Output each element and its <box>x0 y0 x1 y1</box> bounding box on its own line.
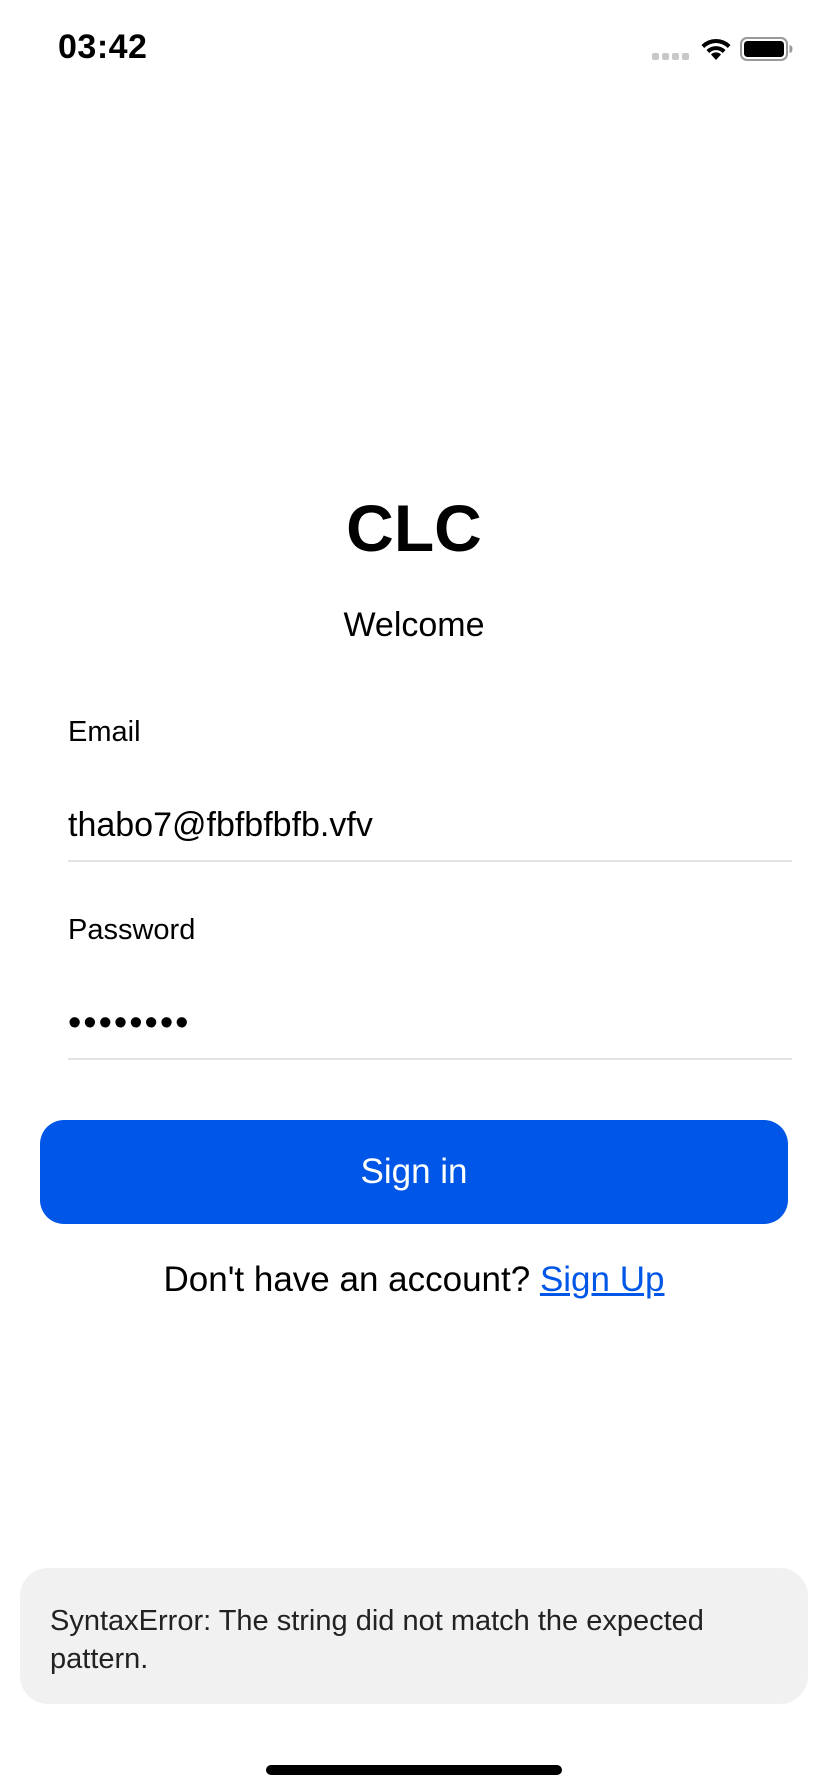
signal-icon <box>652 53 689 60</box>
signup-link[interactable]: Sign Up <box>540 1260 665 1299</box>
wifi-icon <box>701 38 731 60</box>
password-field[interactable] <box>68 988 792 1060</box>
status-time: 03:42 <box>58 28 148 66</box>
password-label: Password <box>68 914 196 946</box>
app-title: CLC <box>346 491 482 565</box>
email-field[interactable] <box>68 790 792 862</box>
email-label: Email <box>68 716 141 748</box>
status-bar: 03:42 <box>0 0 828 100</box>
signup-prompt: Don't have an account? <box>163 1260 531 1299</box>
signup-row: Don't have an account? Sign Up <box>0 1260 828 1300</box>
error-message: SyntaxError: The string did not match th… <box>50 1605 704 1675</box>
sign-in-button[interactable]: Sign in <box>40 1120 788 1224</box>
welcome-subtitle: Welcome <box>343 606 485 644</box>
home-indicator[interactable] <box>266 1765 562 1775</box>
error-toast: SyntaxError: The string did not match th… <box>20 1568 808 1704</box>
battery-icon <box>740 37 793 61</box>
